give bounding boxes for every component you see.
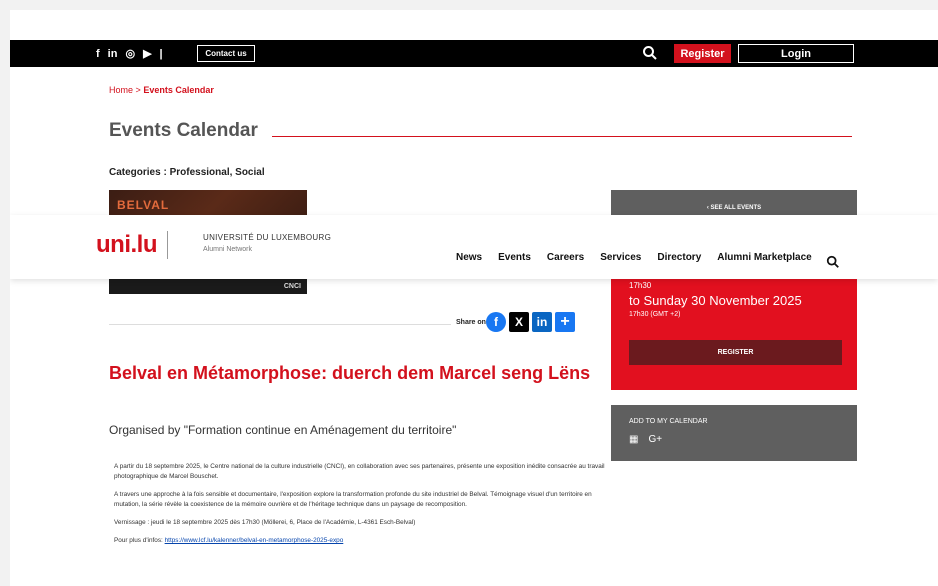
start-time: 17h30 <box>629 281 652 290</box>
more-info-link[interactable]: https://www.lcf.lu/kalenner/belval-en-me… <box>165 537 344 544</box>
breadcrumb-current: Events Calendar <box>143 85 214 95</box>
sticky-header: uni.lu UNIVERSITÉ DU LUXEMBOURG Alumni N… <box>10 215 938 279</box>
breadcrumb-separator: > <box>135 85 141 95</box>
share-icons: f X in + <box>486 312 575 332</box>
top-bar: f in ◎ ▶ | Contact us Register Login <box>10 40 938 67</box>
login-button[interactable]: Login <box>738 44 854 63</box>
logo-divider <box>166 231 168 259</box>
nav-alumni-marketplace[interactable]: Alumni Marketplace <box>717 252 811 263</box>
page-title: Events Calendar <box>109 120 258 141</box>
end-time: 17h30 (GMT +2) <box>629 311 681 318</box>
end-date: to Sunday 30 November 2025 <box>629 293 802 308</box>
nav-services[interactable]: Services <box>600 252 641 263</box>
page: f in ◎ ▶ | Contact us Register Login Hom… <box>10 10 938 586</box>
logo[interactable]: uni.lu <box>96 231 168 259</box>
share-divider <box>109 324 451 325</box>
title-divider <box>272 136 852 137</box>
contact-us-button[interactable]: Contact us <box>197 45 255 62</box>
event-organiser: Organised by "Formation continue en Amén… <box>109 423 457 437</box>
description-paragraph: A partir du 18 septembre 2025, le Centre… <box>114 463 605 480</box>
more-info: Pour plus d'infos: https://www.lcf.lu/ka… <box>114 536 614 546</box>
nav-news[interactable]: News <box>456 252 482 263</box>
x-share-icon[interactable]: X <box>509 312 529 332</box>
facebook-icon[interactable]: f <box>96 48 100 60</box>
add-to-calendar-label: ADD TO MY CALENDAR <box>629 418 708 425</box>
university-label: UNIVERSITÉ DU LUXEMBOURG <box>203 233 332 242</box>
search-icon[interactable] <box>826 255 840 269</box>
divider: | <box>159 47 163 60</box>
categories: Categories : Professional, Social <box>109 167 265 178</box>
description-paragraph: Vernissage : jeudi le 18 septembre 2025 … <box>114 519 416 526</box>
linkedin-share-icon[interactable]: in <box>532 312 552 332</box>
more-info-label: Pour plus d'infos: <box>114 537 163 544</box>
university-name: UNIVERSITÉ DU LUXEMBOURG Alumni Network <box>203 233 331 253</box>
instagram-icon[interactable]: ◎ <box>125 47 135 60</box>
facebook-share-icon[interactable]: f <box>486 312 506 332</box>
description-paragraph: A travers une approche à la fois sensibl… <box>114 491 592 508</box>
network-label: Alumni Network <box>203 246 253 253</box>
event-register-button[interactable]: REGISTER <box>629 340 842 365</box>
event-title: Belval en Métamorphose: duerch dem Marce… <box>109 363 591 383</box>
image-heading: BELVAL <box>117 198 170 212</box>
logo-text: uni.lu <box>96 231 157 258</box>
event-date-box: 17h30 to Sunday 30 November 2025 17h30 (… <box>611 279 857 390</box>
google-calendar-icon[interactable]: G+ <box>648 434 662 445</box>
breadcrumb-home[interactable]: Home <box>109 85 133 95</box>
calendar-icons: ▦ G+ <box>629 434 662 445</box>
breadcrumb: Home > Events Calendar <box>109 85 214 95</box>
event-description: A partir du 18 septembre 2025, le Centre… <box>114 462 614 554</box>
nav-careers[interactable]: Careers <box>547 252 584 263</box>
youtube-icon[interactable]: ▶ <box>143 47 151 60</box>
calendar-icon[interactable]: ▦ <box>629 434 638 445</box>
add-to-calendar-box: ADD TO MY CALENDAR ▦ G+ <box>611 405 857 461</box>
social-links: f in ◎ ▶ | <box>96 47 163 61</box>
nav-directory[interactable]: Directory <box>657 252 701 263</box>
image-logo: CNCI <box>283 283 301 290</box>
linkedin-icon[interactable]: in <box>108 48 118 60</box>
search-icon[interactable] <box>642 45 658 61</box>
register-button[interactable]: Register <box>674 44 731 63</box>
more-share-icon[interactable]: + <box>555 312 575 332</box>
nav-events[interactable]: Events <box>498 252 531 263</box>
main-nav: News Events Careers Services Directory A… <box>456 252 812 263</box>
